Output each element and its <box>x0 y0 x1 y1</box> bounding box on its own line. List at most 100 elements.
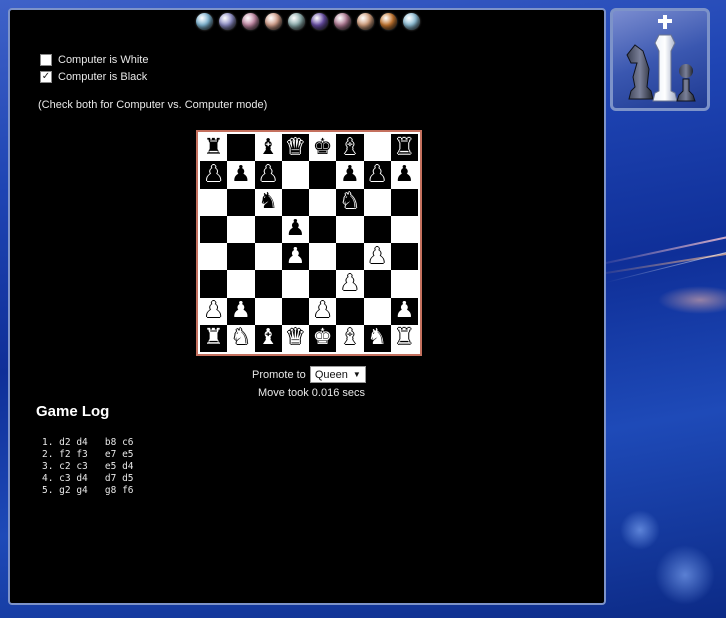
white-bishop-icon[interactable]: ♝ <box>258 327 278 349</box>
computer-white-option[interactable]: Computer is White <box>40 54 148 66</box>
square-d7[interactable] <box>281 161 309 189</box>
square-e3[interactable] <box>309 270 337 298</box>
black-rook-icon[interactable]: ♜ <box>395 136 415 159</box>
square-a6[interactable] <box>200 188 228 216</box>
theme-orb-button[interactable] <box>334 13 351 30</box>
square-a8[interactable]: ♜ <box>200 134 228 162</box>
white-knight-icon[interactable]: ♞ <box>231 327 251 349</box>
promote-select[interactable]: Queen ▼ <box>309 366 366 383</box>
square-h2[interactable]: ♟ <box>390 297 418 325</box>
black-pawn-icon[interactable]: ♟ <box>258 163 278 186</box>
square-h7[interactable]: ♟ <box>390 161 418 189</box>
square-c4[interactable] <box>254 243 282 271</box>
square-b2[interactable]: ♟ <box>227 297 255 325</box>
white-knight-icon[interactable]: ♞ <box>367 327 387 349</box>
square-b3[interactable] <box>227 270 255 298</box>
theme-orb-button[interactable] <box>242 13 259 30</box>
square-d3[interactable] <box>281 270 309 298</box>
square-a5[interactable] <box>200 215 228 243</box>
square-f4[interactable] <box>336 243 364 271</box>
square-c8[interactable]: ♝ <box>254 134 282 162</box>
square-e2[interactable]: ♟ <box>309 297 337 325</box>
square-h1[interactable]: ♜ <box>390 324 418 352</box>
square-g7[interactable]: ♟ <box>363 161 391 189</box>
square-c1[interactable]: ♝ <box>254 324 282 352</box>
white-bishop-icon[interactable]: ♝ <box>340 327 360 349</box>
square-b6[interactable] <box>227 188 255 216</box>
theme-orb-button[interactable] <box>357 13 374 30</box>
square-f1[interactable]: ♝ <box>336 324 364 352</box>
square-f7[interactable]: ♟ <box>336 161 364 189</box>
square-d5[interactable]: ♟ <box>281 215 309 243</box>
square-h5[interactable] <box>390 215 418 243</box>
square-g8[interactable] <box>363 134 391 162</box>
chess-gadget-thumbnail[interactable] <box>610 8 710 111</box>
theme-orb-button[interactable] <box>265 13 282 30</box>
computer-white-checkbox[interactable] <box>40 54 52 66</box>
square-f2[interactable] <box>336 297 364 325</box>
white-pawn-icon[interactable]: ♟ <box>231 300 251 322</box>
square-e5[interactable] <box>309 215 337 243</box>
square-c2[interactable] <box>254 297 282 325</box>
black-pawn-icon[interactable]: ♟ <box>286 218 306 240</box>
black-pawn-icon[interactable]: ♟ <box>367 163 387 186</box>
black-pawn-icon[interactable]: ♟ <box>395 163 415 186</box>
black-queen-icon[interactable]: ♛ <box>286 136 306 159</box>
black-pawn-icon[interactable]: ♟ <box>231 163 251 186</box>
square-b8[interactable] <box>227 134 255 162</box>
computer-black-option[interactable]: ✓ Computer is Black <box>40 71 147 83</box>
white-pawn-icon[interactable]: ♟ <box>395 300 415 322</box>
square-h6[interactable] <box>390 188 418 216</box>
square-h4[interactable] <box>390 243 418 271</box>
square-a2[interactable]: ♟ <box>200 297 228 325</box>
square-b7[interactable]: ♟ <box>227 161 255 189</box>
square-e6[interactable] <box>309 188 337 216</box>
black-pawn-icon[interactable]: ♟ <box>204 163 224 186</box>
theme-orb-button[interactable] <box>219 13 236 30</box>
square-e7[interactable] <box>309 161 337 189</box>
square-b5[interactable] <box>227 215 255 243</box>
square-b4[interactable] <box>227 243 255 271</box>
square-a1[interactable]: ♜ <box>200 324 228 352</box>
black-bishop-icon[interactable]: ♝ <box>258 136 278 159</box>
square-h8[interactable]: ♜ <box>390 134 418 162</box>
square-a3[interactable] <box>200 270 228 298</box>
theme-orb-button[interactable] <box>403 13 420 30</box>
square-c7[interactable]: ♟ <box>254 161 282 189</box>
theme-orb-button[interactable] <box>311 13 328 30</box>
black-pawn-icon[interactable]: ♟ <box>340 163 360 186</box>
white-pawn-icon[interactable]: ♟ <box>367 245 387 268</box>
black-king-icon[interactable]: ♚ <box>313 136 333 159</box>
square-c6[interactable]: ♞ <box>254 188 282 216</box>
white-queen-icon[interactable]: ♛ <box>286 327 306 349</box>
square-e4[interactable] <box>309 243 337 271</box>
white-pawn-icon[interactable]: ♟ <box>204 300 224 322</box>
square-g3[interactable] <box>363 270 391 298</box>
black-bishop-icon[interactable]: ♝ <box>340 136 360 159</box>
black-knight-icon[interactable]: ♞ <box>258 191 278 213</box>
square-g4[interactable]: ♟ <box>363 243 391 271</box>
square-f3[interactable]: ♟ <box>336 270 364 298</box>
black-rook-icon[interactable]: ♜ <box>204 136 224 159</box>
white-pawn-icon[interactable]: ♟ <box>340 272 360 295</box>
square-d8[interactable]: ♛ <box>281 134 309 162</box>
square-g2[interactable] <box>363 297 391 325</box>
square-e8[interactable]: ♚ <box>309 134 337 162</box>
black-knight-icon[interactable]: ♞ <box>340 191 360 213</box>
theme-orb-button[interactable] <box>288 13 305 30</box>
white-rook-icon[interactable]: ♜ <box>204 327 224 349</box>
square-f8[interactable]: ♝ <box>336 134 364 162</box>
white-king-icon[interactable]: ♚ <box>313 327 333 349</box>
square-g5[interactable] <box>363 215 391 243</box>
square-f5[interactable] <box>336 215 364 243</box>
square-c5[interactable] <box>254 215 282 243</box>
theme-orb-button[interactable] <box>380 13 397 30</box>
square-d6[interactable] <box>281 188 309 216</box>
theme-orb-button[interactable] <box>196 13 213 30</box>
square-g1[interactable]: ♞ <box>363 324 391 352</box>
square-d1[interactable]: ♛ <box>281 324 309 352</box>
white-rook-icon[interactable]: ♜ <box>395 327 415 349</box>
square-a7[interactable]: ♟ <box>200 161 228 189</box>
white-pawn-icon[interactable]: ♟ <box>286 245 306 268</box>
square-d2[interactable] <box>281 297 309 325</box>
